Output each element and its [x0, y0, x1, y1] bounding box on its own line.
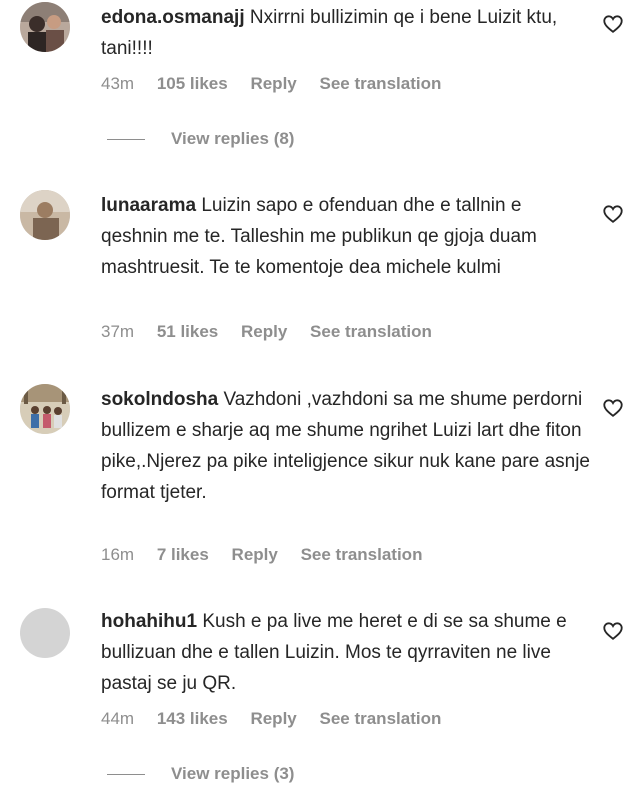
avatar[interactable] — [20, 384, 70, 434]
view-replies-label: View replies (3) — [171, 764, 295, 783]
avatar[interactable] — [20, 608, 70, 658]
heart-outline-icon[interactable] — [602, 203, 624, 225]
comment-body: lunaarama Luizin sapo e ofenduan dhe e t… — [101, 190, 591, 283]
see-translation-button[interactable]: See translation — [319, 74, 441, 94]
comment-username[interactable]: edona.osmanajj — [101, 7, 245, 28]
reply-button[interactable]: Reply — [250, 74, 296, 94]
see-translation-button[interactable]: See translation — [319, 709, 441, 729]
heart-outline-icon[interactable] — [602, 13, 624, 35]
comment-username[interactable]: sokolndosha — [101, 389, 218, 410]
avatar-photo — [20, 190, 70, 240]
avatar[interactable] — [20, 2, 70, 52]
comment-body: sokolndosha Vazhdoni ,vazhdoni sa me shu… — [101, 384, 591, 508]
comment-meta: 16m 7 likes Reply See translation — [101, 545, 440, 565]
comment-time: 44m — [101, 709, 135, 728]
comment-meta: 44m 143 likes Reply See translation — [101, 709, 459, 729]
see-translation-button[interactable]: See translation — [310, 322, 432, 342]
reply-button[interactable]: Reply — [232, 545, 278, 565]
avatar-photo — [20, 384, 70, 434]
comment-username[interactable]: hohahihu1 — [101, 611, 197, 632]
comment-meta: 43m 105 likes Reply See translation — [101, 74, 459, 94]
comment-likes[interactable]: 51 likes — [157, 322, 218, 342]
replies-divider-line — [107, 774, 145, 776]
replies-divider-line — [107, 139, 145, 141]
comment-username[interactable]: lunaarama — [101, 195, 196, 216]
heart-outline-icon[interactable] — [602, 620, 624, 642]
comment-time: 37m — [101, 322, 135, 341]
comment-meta: 37m 51 likes Reply See translation — [101, 322, 450, 342]
avatar-photo — [20, 2, 70, 52]
reply-button[interactable]: Reply — [241, 322, 287, 342]
reply-button[interactable]: Reply — [250, 709, 296, 729]
comment-body: hohahihu1 Kush e pa live me heret e di s… — [101, 606, 591, 699]
comment-likes[interactable]: 105 likes — [157, 74, 228, 94]
comment-body: edona.osmanajj Nxirrni bullizimin qe i b… — [101, 2, 591, 64]
view-replies-button[interactable]: View replies (8) — [107, 129, 294, 151]
comment-likes[interactable]: 143 likes — [157, 709, 228, 729]
heart-outline-icon[interactable] — [602, 397, 624, 419]
see-translation-button[interactable]: See translation — [301, 545, 423, 565]
view-replies-button[interactable]: View replies (3) — [107, 764, 294, 786]
comment-time: 43m — [101, 74, 135, 93]
view-replies-label: View replies (8) — [171, 129, 295, 148]
comment-likes[interactable]: 7 likes — [157, 545, 209, 565]
avatar[interactable] — [20, 190, 70, 240]
comment-time: 16m — [101, 545, 135, 564]
